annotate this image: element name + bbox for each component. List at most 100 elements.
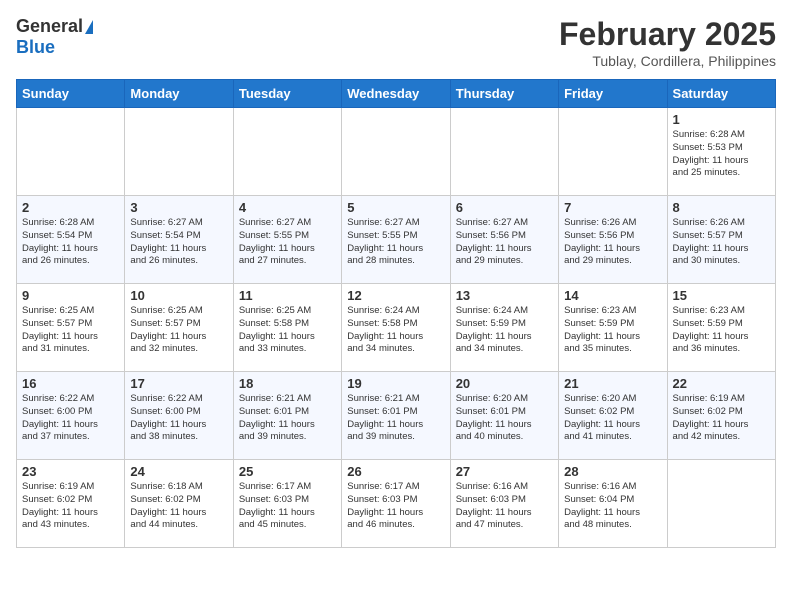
header: General Blue February 2025 Tublay, Cordi… [16, 16, 776, 69]
day-info: Sunrise: 6:20 AM Sunset: 6:02 PM Dayligh… [564, 393, 661, 444]
day-number: 2 [22, 200, 119, 215]
logo-icon [85, 20, 93, 34]
day-number: 11 [239, 288, 336, 303]
day-info: Sunrise: 6:22 AM Sunset: 6:00 PM Dayligh… [130, 393, 227, 444]
day-info: Sunrise: 6:22 AM Sunset: 6:00 PM Dayligh… [22, 393, 119, 444]
day-number: 24 [130, 464, 227, 479]
calendar-cell: 6 Sunrise: 6:27 AM Sunset: 5:56 PM Daylig… [450, 196, 558, 284]
day-number: 3 [130, 200, 227, 215]
col-header-wednesday: Wednesday [342, 80, 450, 108]
calendar-cell: 21 Sunrise: 6:20 AM Sunset: 6:02 PM Dayli… [559, 372, 667, 460]
calendar-cell: 3 Sunrise: 6:27 AM Sunset: 5:54 PM Daylig… [125, 196, 233, 284]
day-info: Sunrise: 6:23 AM Sunset: 5:59 PM Dayligh… [673, 305, 770, 356]
day-number: 1 [673, 112, 770, 127]
day-info: Sunrise: 6:19 AM Sunset: 6:02 PM Dayligh… [673, 393, 770, 444]
calendar-cell: 23Sunrise: 6:19 AM Sunset: 6:02 PM Dayli… [17, 460, 125, 548]
calendar-cell: 15 Sunrise: 6:23 AM Sunset: 5:59 PM Dayli… [667, 284, 775, 372]
day-number: 22 [673, 376, 770, 391]
calendar-cell: 16Sunrise: 6:22 AM Sunset: 6:00 PM Dayli… [17, 372, 125, 460]
day-info: Sunrise: 6:21 AM Sunset: 6:01 PM Dayligh… [239, 393, 336, 444]
day-info: Sunrise: 6:16 AM Sunset: 6:04 PM Dayligh… [564, 481, 661, 532]
calendar-cell: 11 Sunrise: 6:25 AM Sunset: 5:58 PM Dayli… [233, 284, 341, 372]
day-info: Sunrise: 6:17 AM Sunset: 6:03 PM Dayligh… [347, 481, 444, 532]
calendar-cell: 2 Sunrise: 6:28 AM Sunset: 5:54 PM Daylig… [17, 196, 125, 284]
day-info: Sunrise: 6:25 AM Sunset: 5:58 PM Dayligh… [239, 305, 336, 356]
day-number: 21 [564, 376, 661, 391]
day-number: 27 [456, 464, 553, 479]
day-number: 6 [456, 200, 553, 215]
calendar-cell [17, 108, 125, 196]
calendar-cell: 17 Sunrise: 6:22 AM Sunset: 6:00 PM Dayli… [125, 372, 233, 460]
calendar-cell: 13Sunrise: 6:24 AM Sunset: 5:59 PM Dayli… [450, 284, 558, 372]
calendar-title: February 2025 [559, 16, 776, 53]
calendar-week-3: 16Sunrise: 6:22 AM Sunset: 6:00 PM Dayli… [17, 372, 776, 460]
calendar-cell: 19 Sunrise: 6:21 AM Sunset: 6:01 PM Dayli… [342, 372, 450, 460]
calendar-cell [125, 108, 233, 196]
day-number: 28 [564, 464, 661, 479]
day-info: Sunrise: 6:24 AM Sunset: 5:59 PM Dayligh… [456, 305, 553, 356]
calendar-cell: 7 Sunrise: 6:26 AM Sunset: 5:56 PM Daylig… [559, 196, 667, 284]
day-number: 25 [239, 464, 336, 479]
day-info: Sunrise: 6:24 AM Sunset: 5:58 PM Dayligh… [347, 305, 444, 356]
col-header-thursday: Thursday [450, 80, 558, 108]
col-header-monday: Monday [125, 80, 233, 108]
col-header-saturday: Saturday [667, 80, 775, 108]
calendar-cell: 24 Sunrise: 6:18 AM Sunset: 6:02 PM Dayli… [125, 460, 233, 548]
calendar-cell: 27 Sunrise: 6:16 AM Sunset: 6:03 PM Dayli… [450, 460, 558, 548]
calendar-cell: 10 Sunrise: 6:25 AM Sunset: 5:57 PM Dayli… [125, 284, 233, 372]
day-info: Sunrise: 6:17 AM Sunset: 6:03 PM Dayligh… [239, 481, 336, 532]
day-info: Sunrise: 6:25 AM Sunset: 5:57 PM Dayligh… [130, 305, 227, 356]
day-number: 7 [564, 200, 661, 215]
calendar-cell: 9Sunrise: 6:25 AM Sunset: 5:57 PM Daylig… [17, 284, 125, 372]
calendar-cell: 25 Sunrise: 6:17 AM Sunset: 6:03 PM Dayli… [233, 460, 341, 548]
day-info: Sunrise: 6:27 AM Sunset: 5:54 PM Dayligh… [130, 217, 227, 268]
calendar-cell [450, 108, 558, 196]
day-info: Sunrise: 6:16 AM Sunset: 6:03 PM Dayligh… [456, 481, 553, 532]
day-info: Sunrise: 6:27 AM Sunset: 5:56 PM Dayligh… [456, 217, 553, 268]
day-info: Sunrise: 6:23 AM Sunset: 5:59 PM Dayligh… [564, 305, 661, 356]
calendar-table: SundayMondayTuesdayWednesdayThursdayFrid… [16, 79, 776, 548]
calendar-cell: 5Sunrise: 6:27 AM Sunset: 5:55 PM Daylig… [342, 196, 450, 284]
logo-general-text: General [16, 16, 83, 37]
day-number: 20 [456, 376, 553, 391]
calendar-week-4: 23Sunrise: 6:19 AM Sunset: 6:02 PM Dayli… [17, 460, 776, 548]
calendar-cell [233, 108, 341, 196]
day-info: Sunrise: 6:26 AM Sunset: 5:56 PM Dayligh… [564, 217, 661, 268]
calendar-cell: 20 Sunrise: 6:20 AM Sunset: 6:01 PM Dayli… [450, 372, 558, 460]
day-info: Sunrise: 6:28 AM Sunset: 5:54 PM Dayligh… [22, 217, 119, 268]
col-header-sunday: Sunday [17, 80, 125, 108]
day-number: 14 [564, 288, 661, 303]
day-number: 10 [130, 288, 227, 303]
title-area: February 2025 Tublay, Cordillera, Philip… [559, 16, 776, 69]
day-number: 5 [347, 200, 444, 215]
calendar-cell: 14 Sunrise: 6:23 AM Sunset: 5:59 PM Dayli… [559, 284, 667, 372]
calendar-cell: 22 Sunrise: 6:19 AM Sunset: 6:02 PM Dayli… [667, 372, 775, 460]
day-info: Sunrise: 6:20 AM Sunset: 6:01 PM Dayligh… [456, 393, 553, 444]
calendar-cell: 8Sunrise: 6:26 AM Sunset: 5:57 PM Daylig… [667, 196, 775, 284]
day-number: 8 [673, 200, 770, 215]
day-info: Sunrise: 6:25 AM Sunset: 5:57 PM Dayligh… [22, 305, 119, 356]
calendar-week-0: 1 Sunrise: 6:28 AM Sunset: 5:53 PM Daylig… [17, 108, 776, 196]
calendar-cell: 12Sunrise: 6:24 AM Sunset: 5:58 PM Dayli… [342, 284, 450, 372]
calendar-week-2: 9Sunrise: 6:25 AM Sunset: 5:57 PM Daylig… [17, 284, 776, 372]
calendar-cell: 18 Sunrise: 6:21 AM Sunset: 6:01 PM Dayli… [233, 372, 341, 460]
day-number: 19 [347, 376, 444, 391]
day-info: Sunrise: 6:19 AM Sunset: 6:02 PM Dayligh… [22, 481, 119, 532]
day-number: 4 [239, 200, 336, 215]
day-number: 26 [347, 464, 444, 479]
day-number: 18 [239, 376, 336, 391]
calendar-cell: 26 Sunrise: 6:17 AM Sunset: 6:03 PM Dayli… [342, 460, 450, 548]
day-number: 15 [673, 288, 770, 303]
calendar-cell [342, 108, 450, 196]
day-info: Sunrise: 6:28 AM Sunset: 5:53 PM Dayligh… [673, 129, 770, 180]
day-info: Sunrise: 6:21 AM Sunset: 6:01 PM Dayligh… [347, 393, 444, 444]
col-header-tuesday: Tuesday [233, 80, 341, 108]
calendar-subtitle: Tublay, Cordillera, Philippines [559, 53, 776, 69]
day-number: 17 [130, 376, 227, 391]
calendar-cell: 1 Sunrise: 6:28 AM Sunset: 5:53 PM Daylig… [667, 108, 775, 196]
calendar-header-row: SundayMondayTuesdayWednesdayThursdayFrid… [17, 80, 776, 108]
calendar-cell: 4Sunrise: 6:27 AM Sunset: 5:55 PM Daylig… [233, 196, 341, 284]
calendar-cell: 28 Sunrise: 6:16 AM Sunset: 6:04 PM Dayli… [559, 460, 667, 548]
calendar-cell [559, 108, 667, 196]
day-info: Sunrise: 6:18 AM Sunset: 6:02 PM Dayligh… [130, 481, 227, 532]
